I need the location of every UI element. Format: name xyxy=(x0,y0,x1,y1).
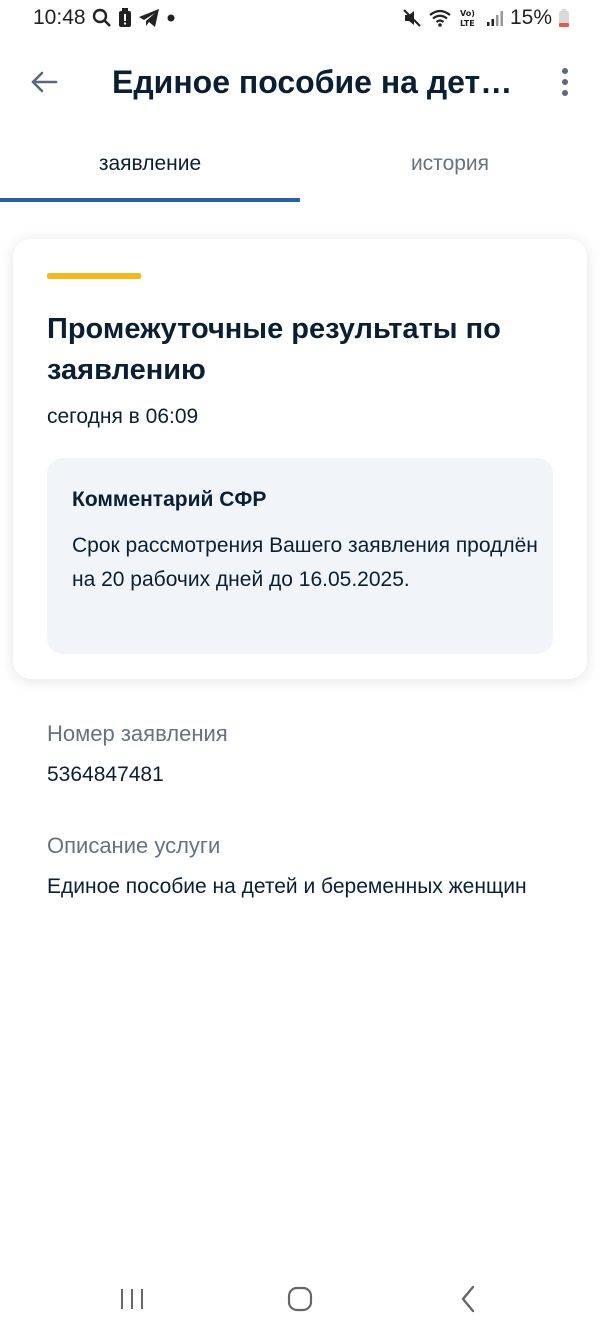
more-vertical-icon xyxy=(561,67,569,102)
status-bar-left: 10:48 xyxy=(33,6,176,30)
system-nav-bar xyxy=(0,1267,600,1337)
status-bar-right: Vo) LTE 15% xyxy=(402,6,570,30)
battery-percent: 15% xyxy=(509,6,552,29)
comment-box: Комментарий СФР Срок рассмотрения Вашего… xyxy=(47,458,553,654)
home-button[interactable] xyxy=(270,1281,330,1321)
signal-icon xyxy=(486,8,504,28)
tab-application[interactable]: заявление xyxy=(0,140,300,202)
back-button[interactable] xyxy=(22,62,66,106)
comment-title: Комментарий СФР xyxy=(72,488,267,511)
comment-text: Срок рассмотрения Вашего заявления продл… xyxy=(72,534,538,591)
service-description-label: Описание услуги xyxy=(47,833,221,858)
battery-icon xyxy=(558,8,570,28)
service-description-value: Единое пособие на детей и беременных жен… xyxy=(47,875,527,898)
status-title: Промежуточные результаты по заявлению xyxy=(47,313,501,386)
volte-icon: Vo) LTE xyxy=(458,8,480,28)
page-title: Единое пособие на дет… xyxy=(112,64,513,100)
status-time: 10:48 xyxy=(33,6,86,29)
status-bar: 10:48 Vo) LTE 15% xyxy=(0,0,600,40)
search-icon xyxy=(92,8,112,28)
home-icon xyxy=(287,1286,313,1317)
telegram-icon xyxy=(138,8,160,28)
more-options-button[interactable] xyxy=(550,62,580,106)
arrow-left-icon xyxy=(30,70,58,99)
alert-battery-icon xyxy=(118,8,132,28)
application-number-label: Номер заявления xyxy=(47,721,228,746)
tab-bar: заявление история xyxy=(0,140,600,202)
status-accent-bar xyxy=(47,273,141,279)
application-number-value: 5364847481 xyxy=(47,763,164,786)
status-date: сегодня в 06:09 xyxy=(47,405,199,428)
svg-text:LTE: LTE xyxy=(460,19,475,28)
status-card: Промежуточные результаты по заявлению се… xyxy=(13,239,587,679)
chevron-left-icon xyxy=(460,1285,476,1318)
recent-apps-icon xyxy=(119,1287,145,1316)
tab-history[interactable]: история xyxy=(300,140,600,202)
notification-dot-icon xyxy=(166,8,176,28)
wifi-icon xyxy=(428,8,452,28)
app-bar: Единое пособие на дет… xyxy=(0,48,600,120)
recent-apps-button[interactable] xyxy=(102,1281,162,1321)
mute-icon xyxy=(402,8,422,28)
system-back-button[interactable] xyxy=(438,1281,498,1321)
svg-text:Vo): Vo) xyxy=(460,9,475,18)
